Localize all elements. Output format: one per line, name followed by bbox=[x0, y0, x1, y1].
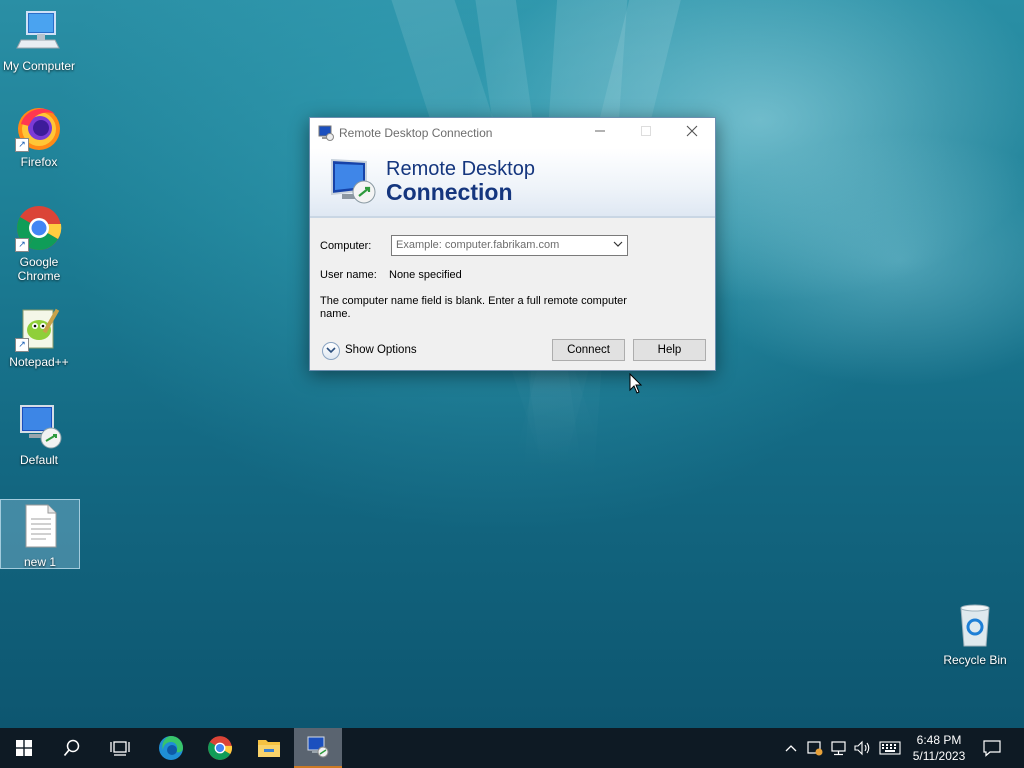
taskbar-chrome[interactable] bbox=[196, 728, 244, 768]
desktop-icon-new-1[interactable]: new 1 bbox=[0, 499, 80, 569]
recycle-bin-icon bbox=[951, 602, 999, 650]
show-options-label: Show Options bbox=[345, 344, 417, 356]
speaker-icon bbox=[854, 740, 870, 756]
dialog-banner: Remote Desktop Connection bbox=[310, 148, 715, 218]
maximize-icon bbox=[641, 126, 651, 136]
search-button[interactable] bbox=[48, 728, 96, 768]
security-icon bbox=[807, 741, 823, 756]
desktop-icon-default[interactable]: Default bbox=[0, 402, 78, 467]
folder-icon bbox=[258, 740, 280, 757]
notepad-plus-plus-icon: ↗ bbox=[15, 304, 63, 352]
taskbar: 6:48 PM 5/11/2023 bbox=[0, 728, 1024, 768]
close-button[interactable] bbox=[669, 118, 715, 148]
clock-time: 6:48 PM bbox=[916, 733, 962, 747]
document-icon bbox=[16, 504, 64, 552]
computer-label: Computer: bbox=[320, 240, 372, 252]
keyboard-tray-button[interactable] bbox=[876, 728, 904, 768]
keyboard-icon bbox=[879, 741, 901, 755]
network-tray-button[interactable] bbox=[828, 728, 850, 768]
desktop-icon-label: Recycle Bin bbox=[943, 653, 1007, 667]
dialog-title: Remote Desktop Connection bbox=[339, 126, 493, 140]
edge-icon bbox=[159, 736, 183, 760]
search-icon bbox=[63, 739, 80, 757]
desktop-icon-label: Google Chrome bbox=[17, 255, 61, 283]
start-button[interactable] bbox=[0, 728, 48, 768]
taskbar-remote-desktop[interactable] bbox=[294, 728, 342, 768]
mouse-cursor-icon bbox=[629, 373, 643, 394]
banner-title-line1: Remote Desktop bbox=[386, 158, 535, 180]
desktop-icon-notepad-plus-plus[interactable]: ↗ Notepad++ bbox=[0, 304, 78, 369]
remote-desktop-monitor-icon bbox=[328, 156, 378, 211]
chevron-down-icon[interactable] bbox=[613, 238, 623, 253]
help-button[interactable]: Help bbox=[633, 339, 706, 361]
validation-message: The computer name field is blank. Enter … bbox=[320, 295, 627, 320]
computer-placeholder: Example: computer.fabrikam.com bbox=[396, 239, 560, 251]
volume-tray-button[interactable] bbox=[852, 728, 874, 768]
remote-desktop-icon bbox=[318, 125, 334, 146]
network-icon bbox=[831, 741, 846, 756]
chevron-down-circle-icon bbox=[322, 342, 340, 360]
maximize-button bbox=[623, 118, 669, 148]
chrome-icon bbox=[208, 736, 233, 760]
desktop-icon-my-computer[interactable]: My Computer bbox=[0, 8, 78, 73]
windows-logo-icon bbox=[16, 740, 32, 756]
desktop-icon-label: Notepad++ bbox=[9, 355, 69, 369]
clock-date: 5/11/2023 bbox=[912, 749, 966, 763]
username-value: None specified bbox=[389, 269, 462, 281]
desktop-icon-label: My Computer bbox=[2, 59, 76, 73]
desktop-icon-recycle-bin[interactable]: Recycle Bin bbox=[936, 602, 1014, 667]
clock[interactable]: 6:48 PM 5/11/2023 bbox=[906, 728, 972, 768]
username-label: User name: bbox=[320, 269, 377, 281]
remote-desktop-icon bbox=[307, 736, 329, 758]
desktop-icon-label: new 1 bbox=[23, 555, 57, 569]
desktop-icon-google-chrome[interactable]: ↗ Google Chrome bbox=[0, 204, 78, 283]
desktop-icon-firefox[interactable]: ↗ Firefox bbox=[0, 104, 78, 169]
minimize-icon bbox=[595, 130, 605, 132]
taskbar-file-explorer[interactable] bbox=[245, 728, 293, 768]
desktop: My Computer ↗ Firefox ↗ Google Chrome ↗ … bbox=[0, 0, 1024, 728]
connect-button[interactable]: Connect bbox=[552, 339, 625, 361]
notification-icon bbox=[983, 740, 1001, 757]
computer-icon bbox=[15, 8, 63, 56]
taskbar-edge[interactable] bbox=[147, 728, 195, 768]
task-view-icon bbox=[110, 741, 130, 756]
banner-title-line2: Connection bbox=[386, 179, 513, 205]
action-center-button[interactable] bbox=[978, 728, 1006, 768]
desktop-icon-label: Default bbox=[19, 453, 59, 467]
firefox-icon: ↗ bbox=[15, 104, 63, 152]
computer-combobox[interactable]: Example: computer.fabrikam.com bbox=[391, 235, 628, 256]
chevron-up-icon bbox=[785, 745, 797, 752]
desktop-icon-label: Firefox bbox=[20, 155, 58, 169]
task-view-button[interactable] bbox=[96, 728, 144, 768]
dialog-titlebar[interactable]: Remote Desktop Connection bbox=[310, 118, 715, 148]
security-tray-button[interactable] bbox=[804, 728, 826, 768]
show-hidden-icons-button[interactable] bbox=[780, 728, 802, 768]
minimize-button[interactable] bbox=[577, 118, 623, 148]
remote-desktop-icon bbox=[15, 402, 63, 450]
chrome-icon: ↗ bbox=[15, 204, 63, 252]
close-icon bbox=[686, 125, 698, 137]
remote-desktop-dialog: Remote Desktop Connection Remote Desktop… bbox=[309, 117, 716, 371]
